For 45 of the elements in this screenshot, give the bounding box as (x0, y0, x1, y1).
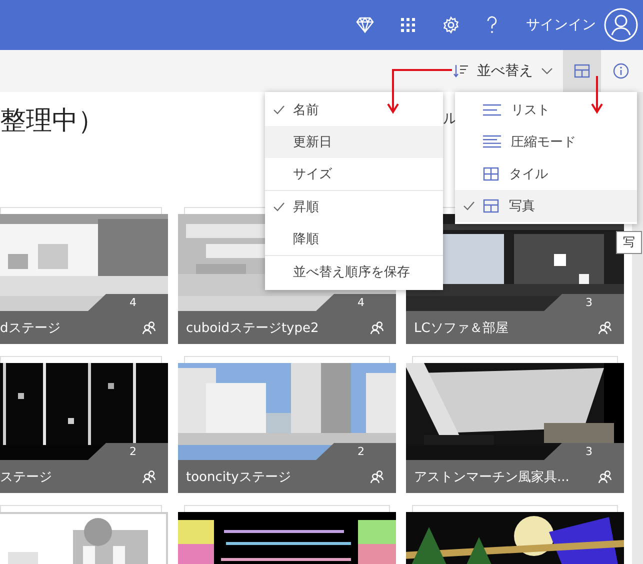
checkmark-icon (463, 201, 475, 211)
shared-people-icon (598, 470, 612, 484)
annotation-arrow (387, 69, 453, 114)
checkmark-icon (273, 202, 285, 212)
shared-people-icon (142, 470, 156, 484)
sort-button[interactable]: 並べ替え (443, 50, 563, 92)
tooltip: 写 (616, 231, 642, 254)
view-option[interactable]: リスト (455, 94, 637, 126)
help-icon[interactable] (486, 16, 498, 34)
compact-list-icon (483, 135, 501, 149)
sort-option[interactable]: 更新日 (265, 126, 443, 158)
tile-title: アストンマーチン風家具... (414, 468, 570, 486)
tile-title: LCソファ＆部屋 (414, 320, 508, 336)
tile-title: tooncityステージ (186, 468, 291, 486)
view-button[interactable] (563, 50, 601, 92)
sort-option[interactable]: 昇順 (265, 191, 443, 223)
sort-icon (453, 64, 469, 78)
info-icon[interactable] (613, 63, 629, 79)
shared-people-icon (142, 320, 156, 334)
sort-option[interactable]: 降順 (265, 223, 443, 255)
sign-in-link[interactable]: サインイン (526, 16, 596, 34)
page-title: 整理中） (0, 105, 104, 138)
layout-icon (574, 64, 590, 78)
annotation-arrow (591, 75, 603, 114)
shared-people-icon (370, 470, 384, 484)
layout-icon (483, 199, 499, 213)
diamond-icon[interactable] (356, 17, 374, 33)
view-option[interactable]: 圧縮モード (455, 126, 637, 158)
sort-option[interactable]: 名前 (265, 94, 443, 126)
app-grid-icon[interactable] (400, 17, 416, 33)
sort-option[interactable]: サイズ (265, 158, 443, 190)
shared-people-icon (598, 320, 612, 334)
view-option[interactable]: 写真 (455, 190, 637, 222)
tile-title: ステージ (0, 468, 52, 486)
list-icon (483, 104, 501, 116)
grid-icon (483, 167, 499, 181)
chevron-down-icon (541, 67, 553, 75)
sort-option[interactable]: 並べ替え順序を保存 (265, 256, 443, 288)
tile-title: dステージ (0, 320, 60, 336)
checkmark-icon (273, 105, 285, 115)
avatar-icon[interactable] (604, 8, 638, 42)
view-option[interactable]: タイル (455, 158, 637, 190)
settings-icon[interactable] (442, 16, 460, 34)
tile-title: cuboidステージtype2 (186, 320, 319, 336)
shared-people-icon (370, 320, 384, 334)
